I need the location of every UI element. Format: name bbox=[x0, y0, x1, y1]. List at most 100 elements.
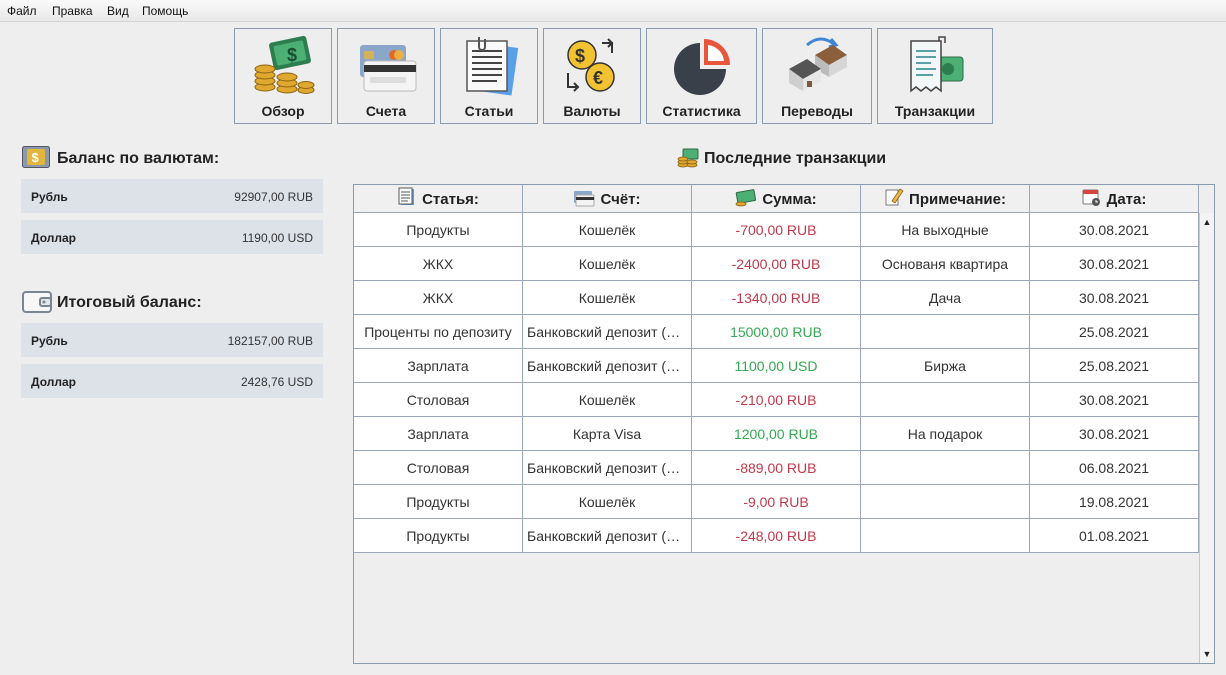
column-header-category[interactable]: Статья: bbox=[354, 185, 523, 213]
scroll-down-icon[interactable]: ▼ bbox=[1202, 649, 1212, 659]
cell-amount: -889,00 RUB bbox=[692, 451, 861, 485]
cell-date: 06.08.2021 bbox=[1030, 451, 1199, 485]
menu-bar: Файл Правка Вид Помощь bbox=[0, 0, 1226, 22]
cell-category: ЖКХ bbox=[354, 281, 523, 315]
currency-name: Рубль bbox=[31, 334, 68, 348]
table-row[interactable]: Продукты Кошелёк -700,00 RUB На выходные 30.… bbox=[354, 213, 1199, 247]
cell-category: ЖКХ bbox=[354, 247, 523, 281]
total-row-ruble: Рубль 182157,00 RUB bbox=[21, 323, 323, 357]
column-header-label: Дата: bbox=[1106, 191, 1147, 208]
accounts-label: Счета bbox=[365, 103, 407, 119]
cell-note bbox=[861, 519, 1030, 553]
statistics-button[interactable]: Статистика bbox=[646, 28, 757, 124]
pie-chart-icon bbox=[673, 39, 730, 95]
cell-date: 30.08.2021 bbox=[1030, 417, 1199, 451]
transfers-label: Переводы bbox=[781, 103, 853, 119]
transfers-button[interactable]: Переводы bbox=[762, 28, 872, 124]
currency-value: 1190,00 USD bbox=[241, 231, 313, 245]
cell-account: Банковский депозит (U... bbox=[523, 349, 692, 383]
cell-date: 19.08.2021 bbox=[1030, 485, 1199, 519]
cell-account: Кошелёк bbox=[523, 383, 692, 417]
transactions-button[interactable]: Транзакции bbox=[877, 28, 993, 124]
column-header-account[interactable]: Счёт: bbox=[523, 185, 692, 213]
currency-exchange-icon: $ € bbox=[567, 38, 615, 92]
cell-amount: -248,00 RUB bbox=[692, 519, 861, 553]
menu-file[interactable]: Файл bbox=[7, 4, 37, 18]
svg-text:$: $ bbox=[287, 45, 297, 65]
menu-help[interactable]: Помощь bbox=[142, 4, 188, 18]
vertical-scrollbar[interactable]: ▲ ▼ bbox=[1199, 213, 1214, 663]
credit-card-icon bbox=[574, 191, 595, 207]
cell-account: Банковский депозит (R... bbox=[523, 315, 692, 349]
scroll-up-icon[interactable]: ▲ bbox=[1202, 217, 1212, 227]
cell-date: 25.08.2021 bbox=[1030, 315, 1199, 349]
column-header-label: Счёт: bbox=[600, 191, 641, 208]
column-header-amount[interactable]: Сумма: bbox=[692, 185, 861, 213]
table-row[interactable]: Столовая Кошелёк -210,00 RUB 30.08.2021 bbox=[354, 383, 1199, 417]
column-header-date[interactable]: Дата: bbox=[1030, 185, 1199, 213]
cell-note bbox=[861, 383, 1030, 417]
document-icon bbox=[466, 37, 519, 96]
cell-account: Кошелёк bbox=[523, 213, 692, 247]
currency-value: 2428,76 USD bbox=[240, 375, 313, 389]
table-row[interactable]: Проценты по депозиту Банковский депозит (… bbox=[354, 315, 1199, 349]
table-row[interactable]: ЖКХ Кошелёк -1340,00 RUB Дача 30.08.2021 bbox=[354, 281, 1199, 315]
money-icon bbox=[735, 189, 757, 207]
cell-category: Проценты по депозиту bbox=[354, 315, 523, 349]
currency-name: Доллар bbox=[31, 375, 76, 389]
total-balance-title: Итоговый баланс: bbox=[57, 294, 202, 311]
table-row[interactable]: Продукты Кошелёк -9,00 RUB 19.08.2021 bbox=[354, 485, 1199, 519]
cell-amount: 1200,00 RUB bbox=[692, 417, 861, 451]
cell-account: Кошелёк bbox=[523, 247, 692, 281]
receipt-icon bbox=[910, 36, 964, 93]
currency-name: Доллар bbox=[31, 231, 76, 245]
table-row[interactable]: ЖКХ Кошелёк -2400,00 RUB Основаня квартира 3… bbox=[354, 247, 1199, 281]
cell-category: Столовая bbox=[354, 451, 523, 485]
cell-note: На выходные bbox=[861, 213, 1030, 247]
cell-category: Зарплата bbox=[354, 349, 523, 383]
cell-account: Кошелёк bbox=[523, 281, 692, 315]
overview-label: Обзор bbox=[261, 103, 305, 119]
cell-note: На подарок bbox=[861, 417, 1030, 451]
column-header-label: Статья: bbox=[422, 191, 479, 208]
money-coins-icon: $ bbox=[254, 35, 315, 94]
column-header-label: Примечание: bbox=[909, 191, 1006, 208]
calendar-icon bbox=[1082, 189, 1100, 206]
cell-date: 30.08.2021 bbox=[1030, 281, 1199, 315]
svg-text:$: $ bbox=[575, 46, 585, 66]
cell-note: Биржа bbox=[861, 349, 1030, 383]
statistics-label: Статистика bbox=[662, 103, 741, 119]
recent-transactions-title: Последние транзакции bbox=[704, 150, 887, 167]
cell-amount: -9,00 RUB bbox=[692, 485, 861, 519]
currencies-label: Валюты bbox=[563, 103, 621, 119]
cell-amount: 1100,00 USD bbox=[692, 349, 861, 383]
accounts-button[interactable]: Счета bbox=[337, 28, 435, 124]
overview-button[interactable]: $ Обзор bbox=[234, 28, 332, 124]
table-header: Статья: Счёт: Сумма: Примечание: Дата: bbox=[354, 185, 1199, 213]
total-row-dollar: Доллар 2428,76 USD bbox=[21, 364, 323, 398]
cell-category: Продукты bbox=[354, 485, 523, 519]
wallet-icon bbox=[22, 291, 52, 313]
table-row[interactable]: Зарплата Банковский депозит (U... 1100,00 … bbox=[354, 349, 1199, 383]
cell-note bbox=[861, 485, 1030, 519]
categories-button[interactable]: Статьи bbox=[440, 28, 538, 124]
table-row[interactable]: Продукты Банковский депозит (R... -248,00 … bbox=[354, 519, 1199, 553]
dollar-badge-icon: $ bbox=[22, 146, 50, 168]
transactions-table: Статья: Счёт: Сумма: Примечание: Дата: П… bbox=[353, 184, 1215, 664]
cell-amount: -210,00 RUB bbox=[692, 383, 861, 417]
menu-edit[interactable]: Правка bbox=[52, 4, 93, 18]
cell-amount: -1340,00 RUB bbox=[692, 281, 861, 315]
currency-value: 92907,00 RUB bbox=[234, 190, 313, 204]
house-transfer-icon bbox=[789, 37, 847, 91]
cell-date: 30.08.2021 bbox=[1030, 383, 1199, 417]
menu-view[interactable]: Вид bbox=[107, 4, 129, 18]
column-header-note[interactable]: Примечание: bbox=[861, 185, 1030, 213]
transactions-label: Транзакции bbox=[894, 103, 976, 119]
cell-note: Дача bbox=[861, 281, 1030, 315]
categories-label: Статьи bbox=[464, 103, 514, 119]
currencies-button[interactable]: $ € Валюты bbox=[543, 28, 641, 124]
cell-note bbox=[861, 451, 1030, 485]
table-row[interactable]: Столовая Банковский депозит (R... -889,00 … bbox=[354, 451, 1199, 485]
table-row[interactable]: Зарплата Карта Visa 1200,00 RUB На подарок 3… bbox=[354, 417, 1199, 451]
cell-account: Банковский депозит (R... bbox=[523, 451, 692, 485]
